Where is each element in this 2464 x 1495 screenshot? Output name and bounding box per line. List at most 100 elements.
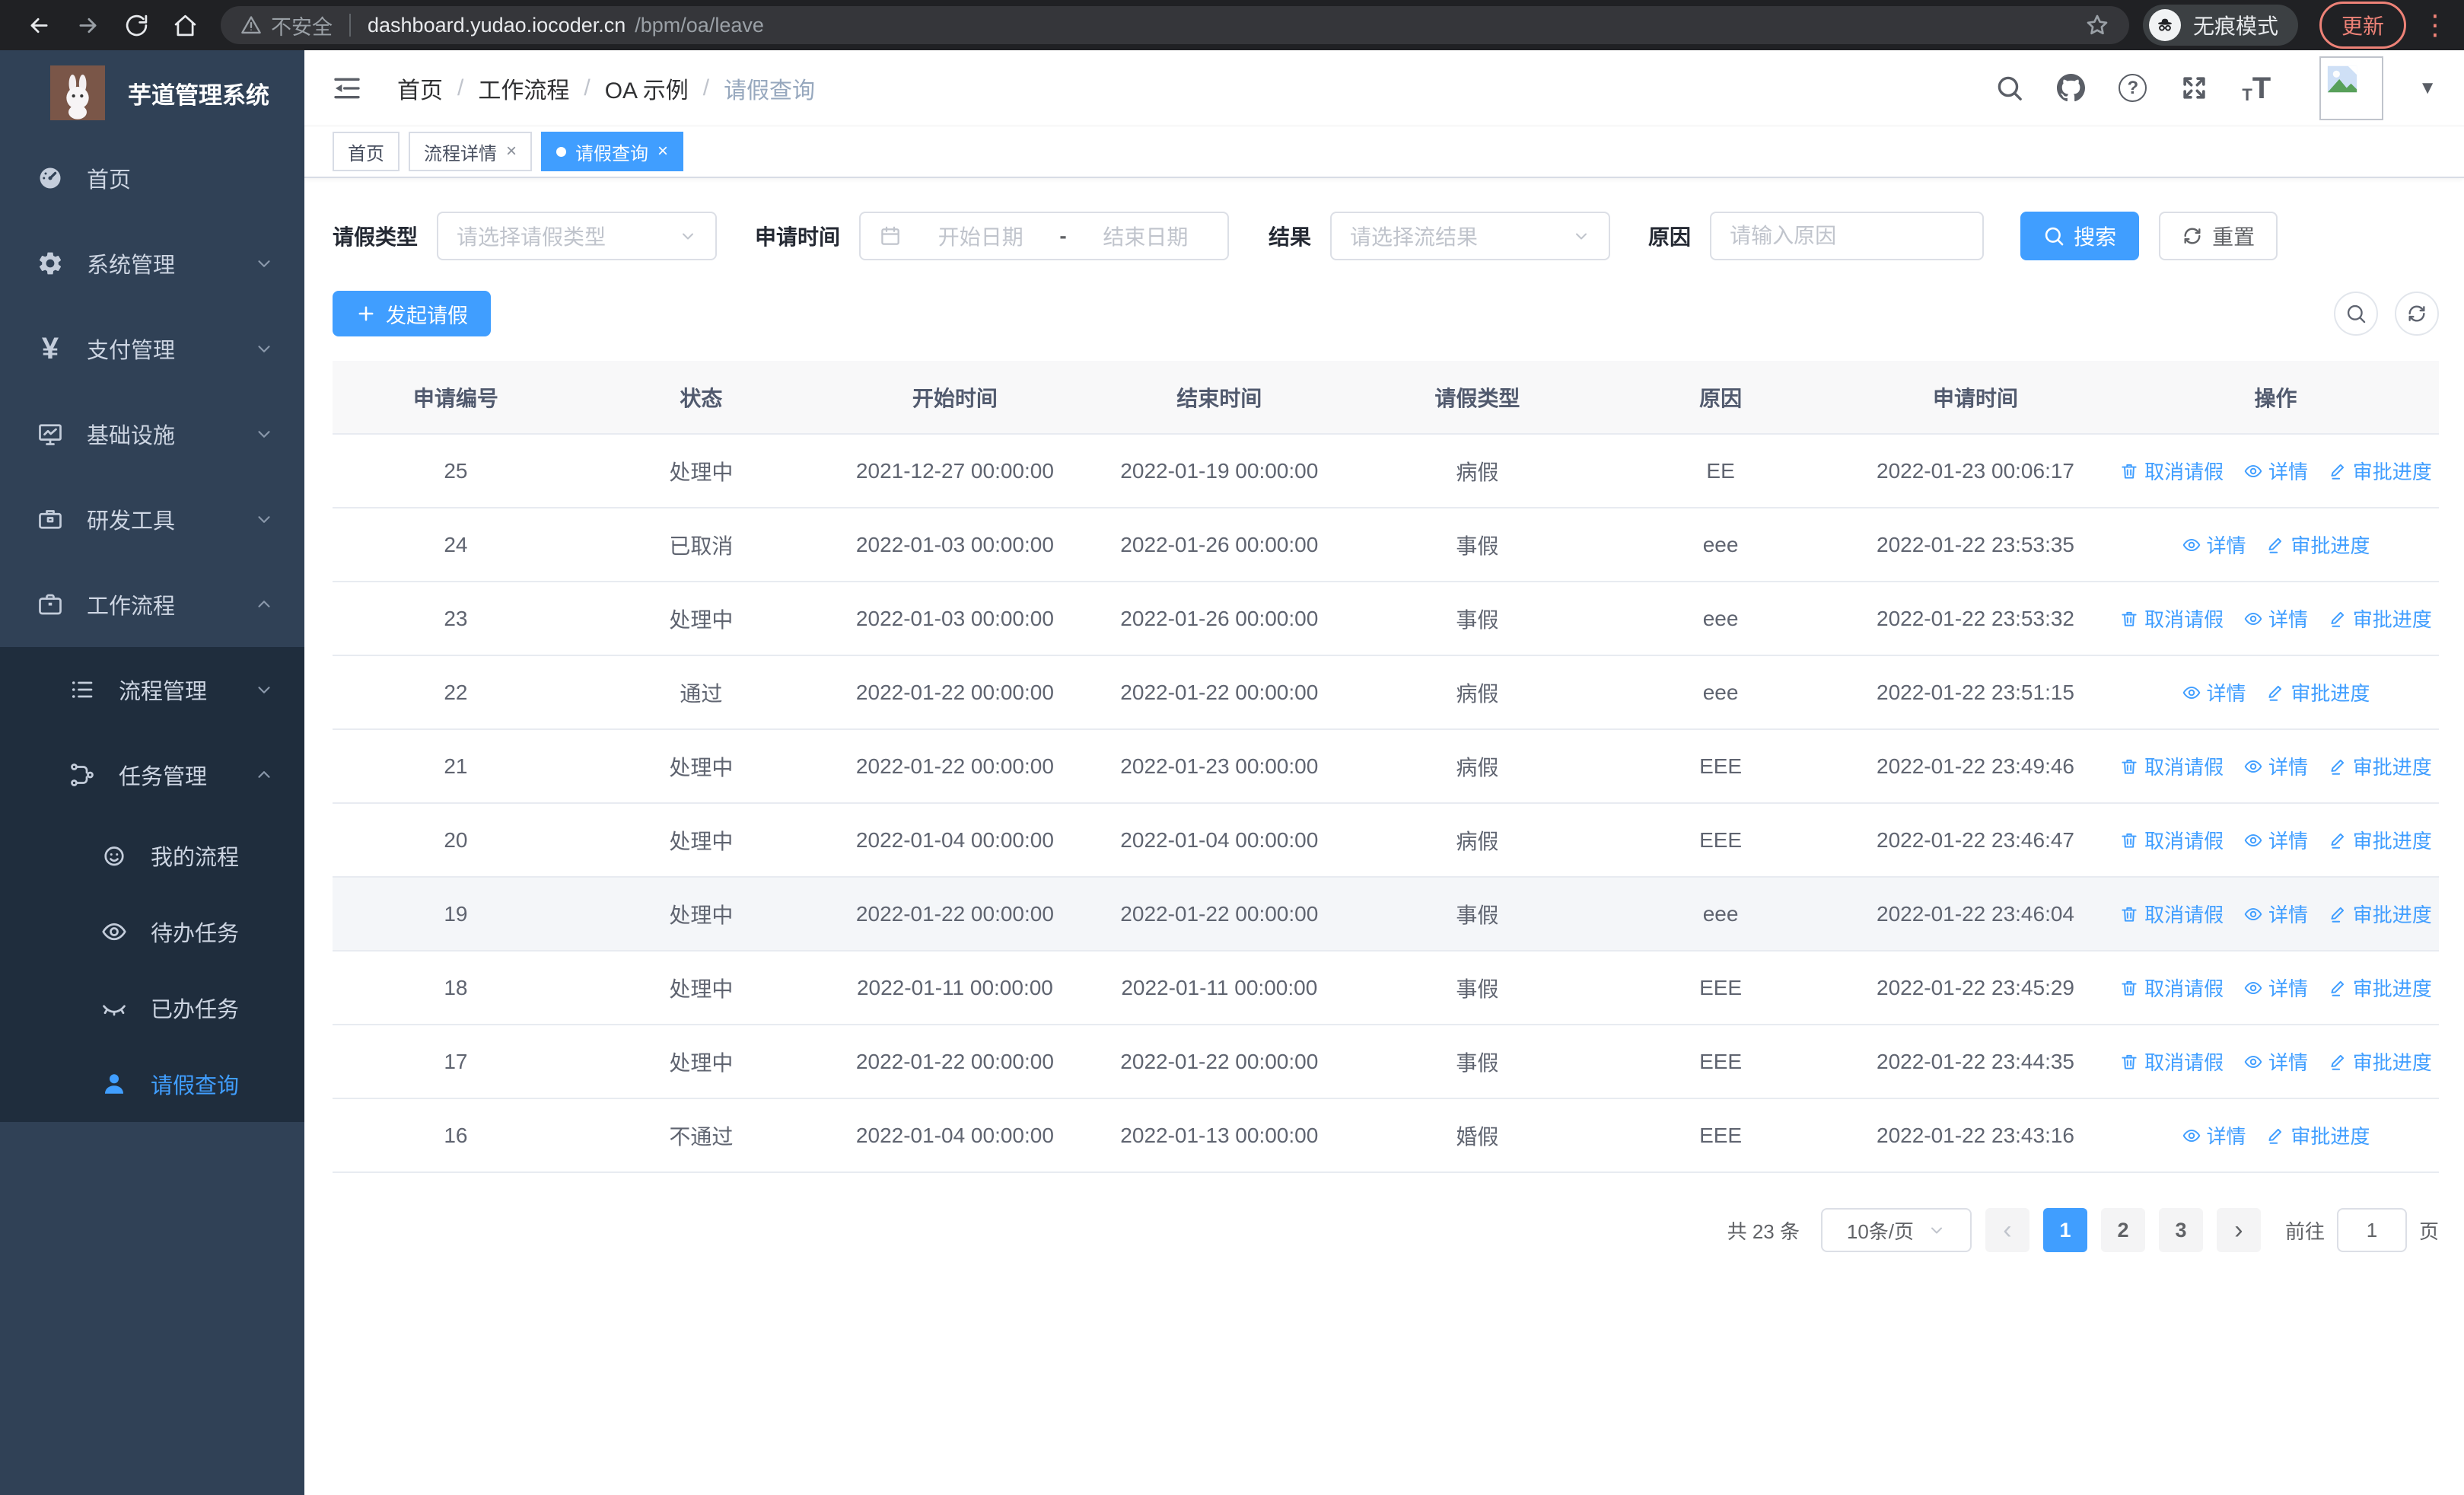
sidebar-item-process-mgmt[interactable]: 流程管理 — [0, 647, 304, 732]
detail-link[interactable]: 详情 — [2243, 900, 2308, 928]
sidebar-item-home[interactable]: 首页 — [0, 135, 304, 221]
detail-link[interactable]: 详情 — [2182, 678, 2246, 706]
sidebar-item-dev-tools[interactable]: 研发工具 — [0, 477, 304, 562]
pen-icon — [2331, 907, 2344, 923]
approval-progress-link[interactable]: 审批进度 — [2328, 752, 2432, 780]
cancel-leave-link[interactable]: 取消请假 — [2119, 604, 2224, 633]
cancel-leave-link[interactable]: 取消请假 — [2119, 826, 2224, 854]
approval-progress-link[interactable]: 审批进度 — [2328, 604, 2432, 633]
browser-back-icon[interactable] — [17, 7, 61, 43]
cell-operations: 取消请假 详情 审批进度 — [2112, 581, 2439, 655]
page-button-2[interactable]: 2 — [2100, 1208, 2145, 1252]
browser-menu-icon[interactable]: ⋮ — [2421, 9, 2449, 41]
cancel-leave-link[interactable]: 取消请假 — [2119, 1047, 2224, 1076]
sidebar-item-label: 待办任务 — [151, 922, 240, 946]
approval-progress-link[interactable]: 审批进度 — [2265, 1121, 2370, 1149]
tag-process-detail[interactable]: 流程详情 × — [409, 132, 533, 171]
result-select[interactable]: 请选择流结果 — [1330, 212, 1611, 260]
monitor-icon — [35, 420, 65, 448]
detail-link[interactable]: 详情 — [2243, 826, 2308, 854]
cell-leave-type: 事假 — [1351, 581, 1603, 655]
app-logo[interactable]: 芋道管理系统 — [0, 50, 304, 135]
browser-reload-icon[interactable] — [114, 7, 158, 43]
next-page-button[interactable]: › — [2216, 1208, 2261, 1252]
detail-link[interactable]: 详情 — [2182, 1121, 2246, 1149]
breadcrumb-home[interactable]: 首页 — [397, 72, 443, 105]
tag-leave-query[interactable]: 请假查询 × — [541, 132, 684, 171]
fullscreen-icon[interactable] — [2180, 74, 2208, 102]
sidebar-item-workflow[interactable]: 工作流程 — [0, 562, 304, 647]
sidebar-toggle-icon[interactable] — [332, 73, 362, 104]
caret-down-icon[interactable]: ▼ — [2418, 78, 2437, 99]
cell-apply-time: 2022-01-22 23:53:35 — [1838, 507, 2112, 582]
prev-page-button[interactable]: ‹ — [1985, 1208, 2029, 1252]
goto-page-input[interactable] — [2336, 1208, 2407, 1252]
create-leave-button[interactable]: 发起请假 — [333, 291, 491, 336]
cell-start-time: 2022-01-03 00:00:00 — [823, 507, 1087, 582]
cell-leave-type: 病假 — [1351, 433, 1603, 508]
toggle-search-button[interactable] — [2334, 292, 2378, 336]
tag-home[interactable]: 首页 — [333, 132, 400, 171]
font-size-icon[interactable]: TT — [2242, 73, 2271, 104]
cancel-leave-link[interactable]: 取消请假 — [2119, 974, 2224, 1002]
sidebar-item-infrastructure[interactable]: 基础设施 — [0, 391, 304, 477]
approval-progress-link[interactable]: 审批进度 — [2328, 826, 2432, 854]
cell-reason: EEE — [1603, 1098, 1839, 1173]
sidebar-item-system-mgmt[interactable]: 系统管理 — [0, 221, 304, 306]
cancel-leave-link[interactable]: 取消请假 — [2119, 752, 2224, 780]
col-leave-type: 请假类型 — [1351, 361, 1603, 434]
browser-home-icon[interactable] — [163, 7, 207, 43]
github-icon[interactable] — [2057, 74, 2086, 102]
chevron-up-icon — [254, 594, 274, 614]
page-size-select[interactable]: 10条/页 — [1820, 1208, 1972, 1252]
table-header-row: 申请编号 状态 开始时间 结束时间 请假类型 原因 申请时间 操作 — [333, 361, 2439, 434]
start-date-placeholder[interactable]: 开始日期 — [917, 221, 1044, 251]
sidebar-item-todo-tasks[interactable]: 待办任务 — [0, 894, 304, 970]
cancel-leave-link[interactable]: 取消请假 — [2119, 457, 2224, 485]
cancel-leave-link[interactable]: 取消请假 — [2119, 900, 2224, 928]
address-bar[interactable]: 不安全 dashboard.yudao.iocoder.cn/bpm/oa/le… — [221, 6, 2129, 44]
sidebar-item-label: 流程管理 — [119, 680, 208, 704]
search-icon[interactable] — [1995, 74, 2023, 102]
detail-link[interactable]: 详情 — [2182, 531, 2246, 559]
cell-reason: EEE — [1603, 802, 1839, 877]
approval-progress-link[interactable]: 审批进度 — [2328, 900, 2432, 928]
approval-progress-link[interactable]: 审批进度 — [2328, 1047, 2432, 1076]
sidebar-item-task-mgmt[interactable]: 任务管理 — [0, 732, 304, 818]
detail-link[interactable]: 详情 — [2243, 457, 2308, 485]
browser-update-button[interactable]: 更新 — [2319, 2, 2406, 49]
end-date-placeholder[interactable]: 结束日期 — [1082, 221, 1209, 251]
sidebar-item-my-process[interactable]: 我的流程 — [0, 818, 304, 894]
approval-progress-link[interactable]: 审批进度 — [2265, 678, 2370, 706]
reason-input[interactable] — [1711, 213, 1983, 259]
search-button[interactable]: 搜索 — [2020, 212, 2140, 260]
close-icon[interactable]: × — [506, 141, 517, 162]
cell-end-time: 2022-01-22 00:00:00 — [1086, 655, 1352, 729]
page-button-1[interactable]: 1 — [2042, 1208, 2087, 1252]
breadcrumb-oa-example[interactable]: OA 示例 — [605, 72, 689, 105]
detail-link[interactable]: 详情 — [2243, 752, 2308, 780]
avatar[interactable] — [2319, 56, 2384, 120]
bookmark-star-icon[interactable] — [2085, 13, 2109, 37]
breadcrumb-workflow[interactable]: 工作流程 — [478, 72, 569, 105]
reset-button[interactable]: 重置 — [2159, 212, 2278, 260]
sidebar-item-payment-mgmt[interactable]: ¥ 支付管理 — [0, 306, 304, 391]
sidebar-item-label: 系统管理 — [87, 253, 176, 278]
approval-progress-link[interactable]: 审批进度 — [2328, 974, 2432, 1002]
help-icon[interactable]: ? — [2119, 74, 2147, 102]
detail-link[interactable]: 详情 — [2243, 604, 2308, 633]
tags-view-bar: 首页 流程详情 × 请假查询 × — [304, 126, 2464, 178]
approval-progress-link[interactable]: 审批进度 — [2265, 531, 2370, 559]
cell-apply-id: 20 — [333, 802, 579, 877]
sidebar-item-done-tasks[interactable]: 已办任务 — [0, 970, 304, 1046]
apply-time-range-picker[interactable]: 开始日期 - 结束日期 — [859, 212, 1230, 260]
close-icon[interactable]: × — [657, 141, 668, 162]
browser-forward-icon[interactable] — [65, 7, 110, 43]
detail-link[interactable]: 详情 — [2243, 1047, 2308, 1076]
page-button-3[interactable]: 3 — [2158, 1208, 2203, 1252]
approval-progress-link[interactable]: 审批进度 — [2328, 457, 2432, 485]
sidebar-item-leave-query[interactable]: 请假查询 — [0, 1046, 304, 1122]
leave-type-select[interactable]: 请选择请假类型 — [437, 212, 718, 260]
refresh-button[interactable] — [2395, 292, 2439, 336]
detail-link[interactable]: 详情 — [2243, 974, 2308, 1002]
